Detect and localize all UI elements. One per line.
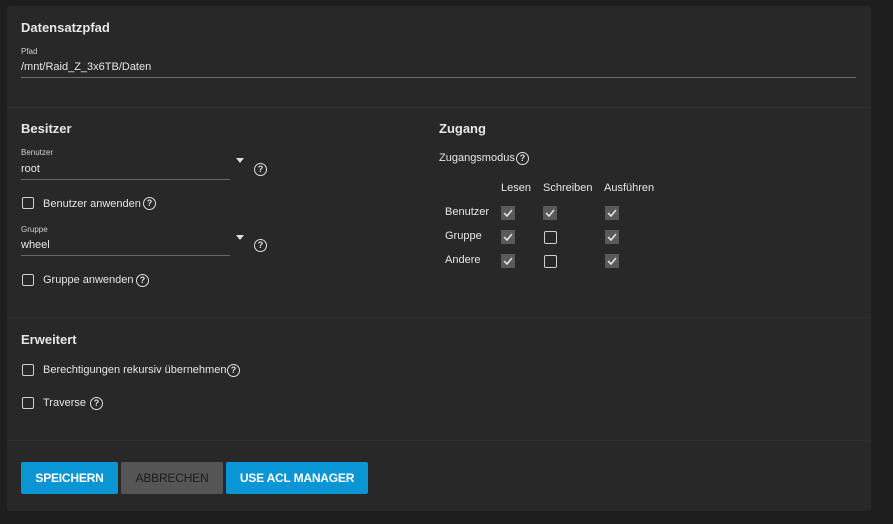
apply-user-help-icon[interactable]: ? [143, 197, 156, 210]
section-divider [7, 317, 871, 318]
recursive-checkbox[interactable] [22, 364, 34, 376]
apply-group-checkbox[interactable] [22, 274, 34, 286]
recursive-label: Berechtigungen rekursiv übernehmen [43, 364, 227, 376]
apply-group-label: Gruppe anwenden [43, 274, 134, 286]
group-read-checkbox[interactable] [501, 230, 515, 244]
column-header-read: Lesen [501, 182, 531, 194]
section-divider [7, 107, 871, 108]
path-field-value[interactable]: /mnt/Raid_Z_3x6TB/Daten [21, 61, 151, 73]
row-label-user: Benutzer [445, 206, 490, 218]
other-write-checkbox[interactable] [544, 255, 557, 268]
other-execute-checkbox[interactable] [605, 254, 619, 268]
checkmark-icon [503, 233, 513, 242]
user-select-value[interactable]: root [21, 163, 40, 175]
group-select-value[interactable]: wheel [21, 239, 50, 251]
recursive-help-icon[interactable]: ? [227, 364, 240, 377]
user-field-label: Benutzer [21, 148, 54, 157]
checkmark-icon [607, 233, 617, 242]
checkmark-icon [503, 257, 513, 266]
column-header-execute: Ausführen [604, 182, 655, 194]
access-section-title: Zugang [439, 121, 486, 136]
group-execute-checkbox[interactable] [605, 230, 619, 244]
checkmark-icon [503, 209, 513, 218]
save-button[interactable]: SPEICHERN [21, 462, 118, 494]
access-mode-label: Zugangsmodus [439, 152, 515, 164]
group-field-label: Gruppe [21, 225, 48, 234]
checkmark-icon [607, 209, 617, 218]
traverse-label: Traverse [43, 397, 86, 409]
acl-manager-button[interactable]: USE ACL MANAGER [226, 462, 368, 494]
apply-user-label: Benutzer anwenden [43, 198, 141, 210]
group-select-underline [21, 255, 230, 256]
cancel-button[interactable]: ABBRECHEN [121, 462, 223, 494]
dataset-section-title: Datensatzpfad [21, 20, 110, 35]
group-help-icon[interactable]: ? [254, 239, 267, 252]
user-execute-checkbox[interactable] [605, 206, 619, 220]
row-label-other: Andere [445, 254, 481, 266]
permissions-card [7, 6, 871, 511]
access-mode-help-icon[interactable]: ? [516, 152, 529, 165]
checkmark-icon [607, 257, 617, 266]
checkmark-icon [545, 209, 555, 218]
column-header-write: Schreiben [543, 182, 593, 194]
other-read-checkbox[interactable] [501, 254, 515, 268]
user-dropdown-arrow-icon[interactable] [236, 158, 244, 163]
path-field-label: Pfad [21, 47, 38, 56]
path-field-underline [21, 77, 856, 78]
traverse-checkbox[interactable] [22, 397, 34, 409]
group-dropdown-arrow-icon[interactable] [236, 235, 244, 240]
traverse-help-icon[interactable]: ? [90, 397, 103, 410]
advanced-section-title: Erweitert [21, 332, 77, 347]
user-write-checkbox[interactable] [543, 206, 557, 220]
user-select-underline [21, 179, 230, 180]
section-divider [7, 440, 871, 441]
group-write-checkbox[interactable] [544, 231, 557, 244]
owner-section-title: Besitzer [21, 121, 72, 136]
apply-group-help-icon[interactable]: ? [136, 274, 149, 287]
user-read-checkbox[interactable] [501, 206, 515, 220]
row-label-group: Gruppe [445, 230, 482, 242]
user-help-icon[interactable]: ? [254, 163, 267, 176]
apply-user-checkbox[interactable] [22, 197, 34, 209]
